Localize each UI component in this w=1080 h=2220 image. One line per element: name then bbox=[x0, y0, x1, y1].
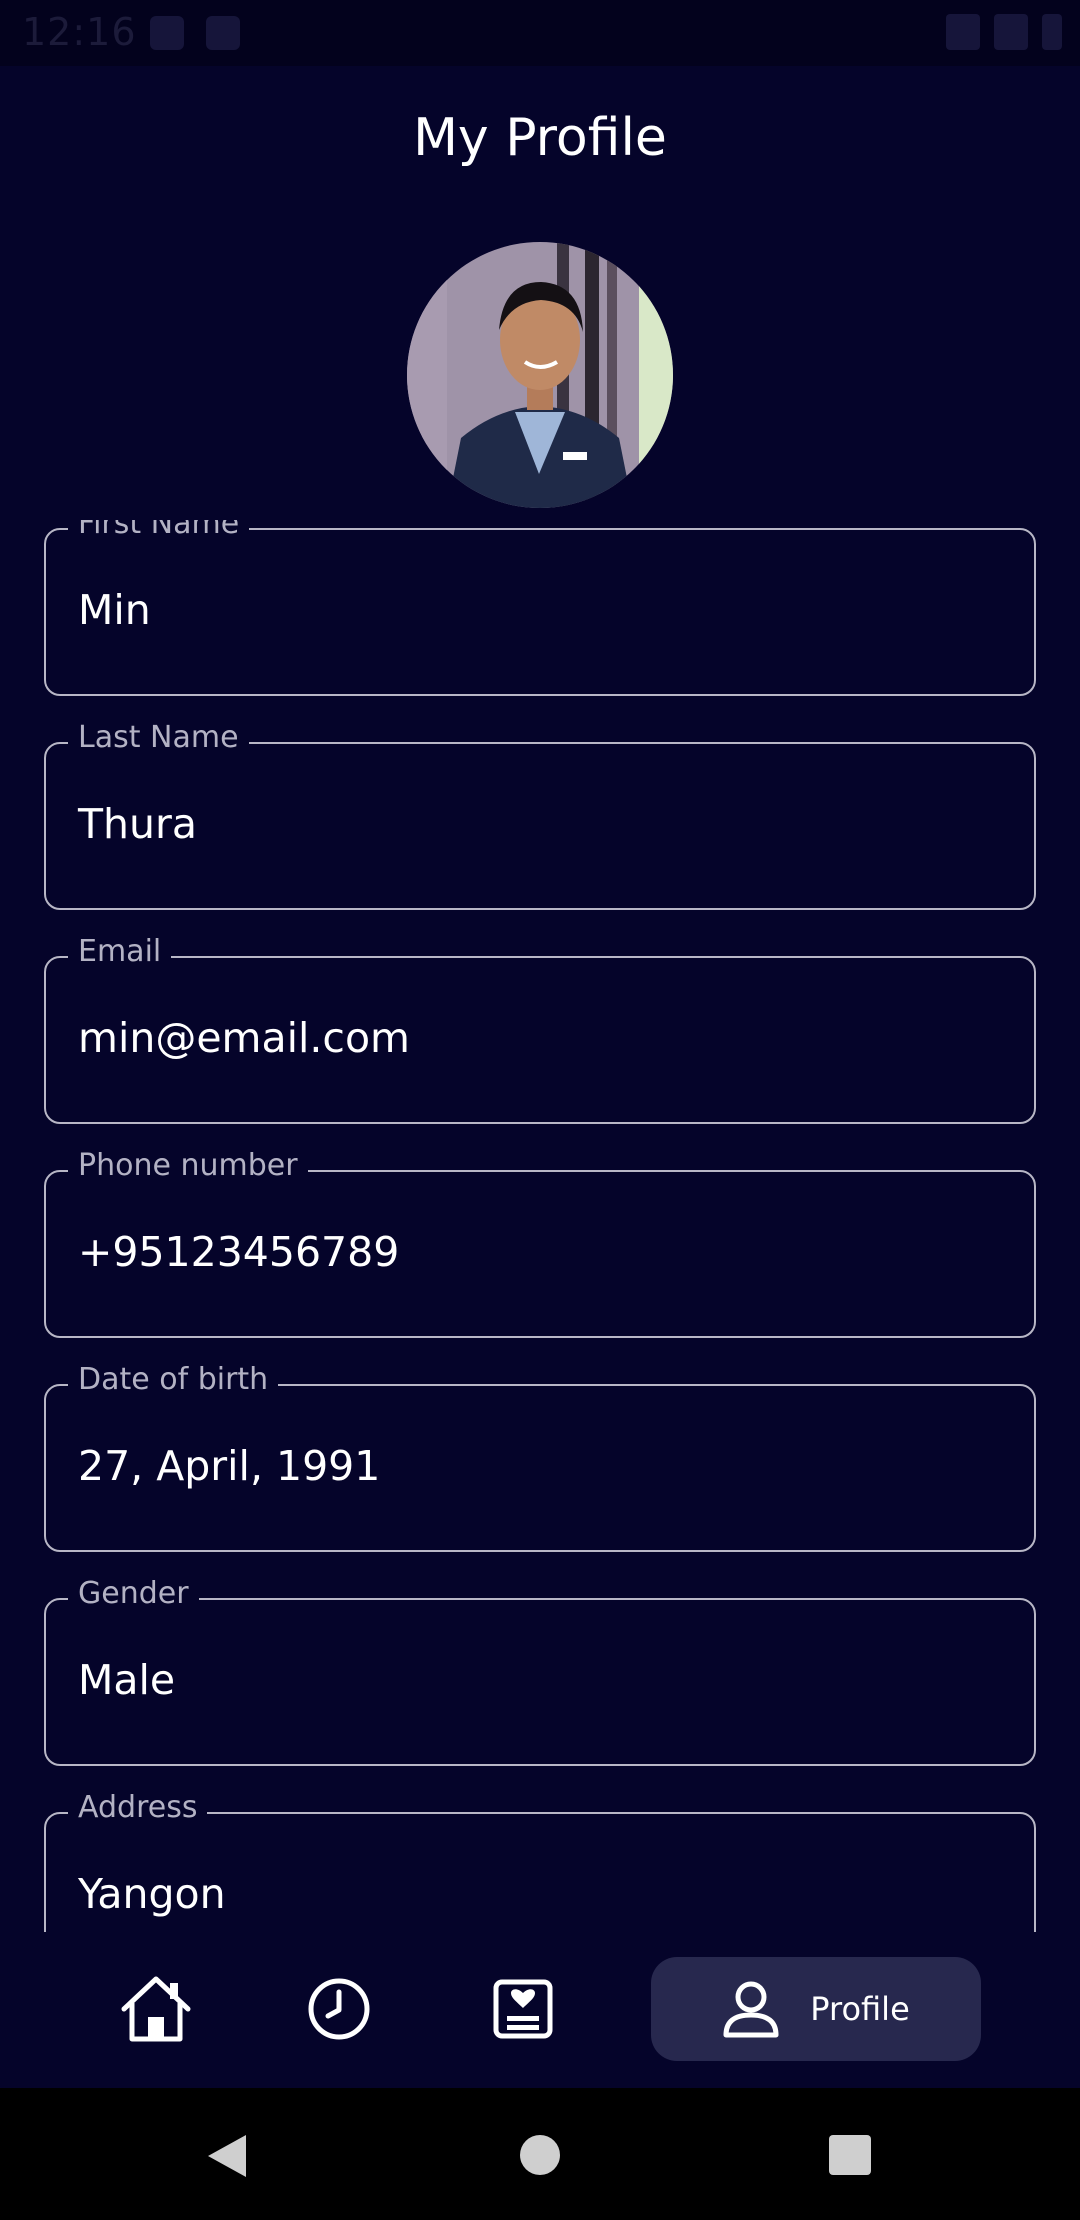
profile-form: First Name Min Last Name Thura Email min… bbox=[0, 520, 1080, 1932]
status-time: 12:16 bbox=[22, 10, 137, 54]
last-name-field[interactable]: Last Name Thura bbox=[44, 718, 1036, 910]
status-bar: 12:16 bbox=[0, 0, 1080, 66]
home-icon bbox=[121, 1976, 191, 2042]
system-nav-bar bbox=[0, 2088, 1080, 2220]
email-value[interactable]: min@email.com bbox=[78, 1010, 410, 1066]
last-name-value[interactable]: Thura bbox=[78, 796, 197, 852]
nav-home[interactable] bbox=[101, 1957, 211, 2061]
home-button-icon[interactable] bbox=[519, 2134, 561, 2176]
avatar-image bbox=[407, 242, 673, 508]
wifi-icon bbox=[946, 14, 980, 50]
clock-icon bbox=[308, 1978, 370, 2040]
page-title: My Profile bbox=[413, 108, 667, 168]
last-name-label: Last Name bbox=[68, 718, 249, 758]
phone-number-value[interactable]: +95123456789 bbox=[78, 1224, 399, 1280]
notification-icon bbox=[150, 16, 184, 50]
first-name-field[interactable]: First Name Min bbox=[44, 520, 1036, 696]
bottom-nav: Profile bbox=[0, 1932, 1080, 2088]
first-name-label: First Name bbox=[68, 520, 250, 544]
recents-icon[interactable] bbox=[829, 2135, 871, 2175]
back-icon[interactable] bbox=[206, 2133, 248, 2179]
phone-number-label: Phone number bbox=[68, 1146, 308, 1186]
signal-icon bbox=[994, 14, 1028, 50]
app-notification-icon bbox=[206, 16, 240, 50]
battery-icon bbox=[1042, 14, 1062, 50]
system-status-icons bbox=[946, 14, 1062, 50]
gender-value[interactable]: Male bbox=[78, 1652, 175, 1708]
nav-history[interactable] bbox=[284, 1957, 394, 2061]
phone-number-field[interactable]: Phone number +95123456789 bbox=[44, 1146, 1036, 1338]
card-heart-icon bbox=[493, 1979, 553, 2039]
date-of-birth-label: Date of birth bbox=[68, 1360, 279, 1400]
first-name-value[interactable]: Min bbox=[78, 582, 151, 638]
date-of-birth-value[interactable]: 27, April, 1991 bbox=[78, 1438, 380, 1494]
email-field[interactable]: Email min@email.com bbox=[44, 932, 1036, 1124]
nav-profile-label: Profile bbox=[810, 1990, 910, 2028]
address-label: Address bbox=[68, 1788, 208, 1828]
gender-field[interactable]: Gender Male bbox=[44, 1574, 1036, 1766]
gender-label: Gender bbox=[68, 1574, 199, 1614]
date-of-birth-field[interactable]: Date of birth 27, April, 1991 bbox=[44, 1360, 1036, 1552]
email-label: Email bbox=[68, 932, 172, 972]
avatar[interactable] bbox=[407, 242, 673, 508]
nav-profile[interactable]: Profile bbox=[651, 1957, 981, 2061]
address-value[interactable]: Yangon bbox=[78, 1866, 226, 1922]
notification-icons bbox=[150, 16, 240, 50]
nav-cards[interactable] bbox=[468, 1957, 578, 2061]
person-icon bbox=[723, 1981, 779, 2038]
address-field[interactable]: Address Yangon bbox=[44, 1788, 1036, 1932]
